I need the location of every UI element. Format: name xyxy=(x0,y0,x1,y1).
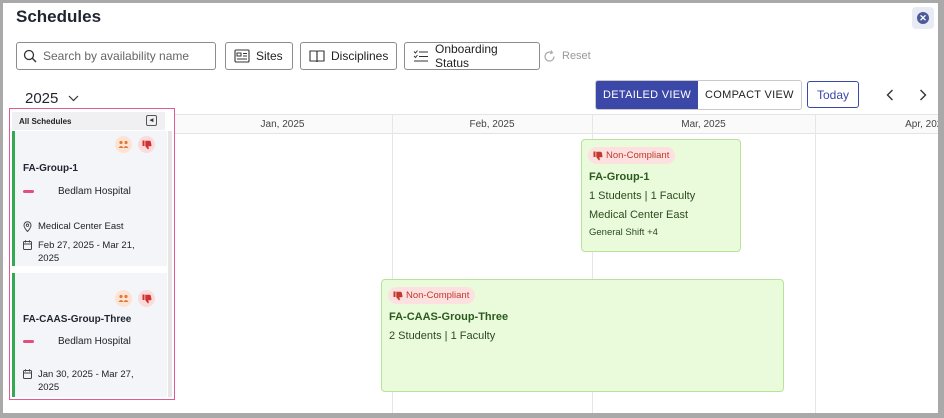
detailed-view-button[interactable]: DETAILED VIEW xyxy=(596,81,699,109)
dates-text: Jan 30, 2025 - Mar 27, 2025 xyxy=(38,369,134,393)
year-label: 2025 xyxy=(25,90,59,107)
chevron-left-icon xyxy=(886,89,893,101)
event-name: FA-Group-1 xyxy=(589,171,650,183)
location-pin-icon xyxy=(23,221,32,232)
site-name: Bedlam Hospital xyxy=(58,186,131,197)
view-toggle: DETAILED VIEW COMPACT VIEW xyxy=(595,80,802,110)
thumbs-down-icon xyxy=(138,136,155,153)
disciplines-icon xyxy=(309,49,325,63)
schedules-modal: Schedules ✕ Sites Disciplines O xyxy=(3,3,938,413)
calendar-icon xyxy=(23,240,32,250)
thumbs-down-icon xyxy=(393,291,403,301)
month-header-feb: Feb, 2025 xyxy=(392,114,592,134)
onboarding-label: Onboarding Status xyxy=(435,42,498,70)
collapse-icon[interactable]: ◂ xyxy=(146,115,157,126)
dates-text: Feb 27, 2025 - Mar 21, 2025 xyxy=(38,240,135,264)
month-divider xyxy=(815,114,816,413)
status-label: Non-Compliant xyxy=(606,150,670,161)
status-label: Non-Compliant xyxy=(406,290,470,301)
site-name: Bedlam Hospital xyxy=(58,336,131,347)
location-text: Medical Center East xyxy=(38,221,124,232)
close-button[interactable]: ✕ xyxy=(912,7,934,29)
thumbs-down-icon xyxy=(138,290,155,307)
disciplines-label: Disciplines xyxy=(331,49,389,63)
disciplines-button[interactable]: Disciplines xyxy=(300,42,397,70)
status-badge: Non-Compliant xyxy=(388,287,476,304)
reset-icon xyxy=(543,49,556,63)
schedule-site: Bedlam Hospital xyxy=(23,336,131,347)
reset-label: Reset xyxy=(562,50,591,62)
thumbs-down-icon xyxy=(593,151,603,161)
search-icon xyxy=(23,49,37,63)
sites-icon xyxy=(234,49,250,63)
sidebar-header: All Schedules ◂ xyxy=(12,112,165,130)
search-input[interactable] xyxy=(43,49,203,63)
sites-label: Sites xyxy=(256,49,283,63)
schedule-name: FA-CAAS-Group-Three xyxy=(23,314,132,325)
sites-button[interactable]: Sites xyxy=(225,42,293,70)
page-title: Schedules xyxy=(16,7,102,26)
event-location: Medical Center East xyxy=(589,209,689,221)
schedule-event-card[interactable]: Non-Compliant FA-CAAS-Group-Three 2 Stud… xyxy=(381,279,784,392)
site-color-tag xyxy=(23,190,34,193)
month-header-jan: Jan, 2025 xyxy=(173,114,392,134)
site-color-tag xyxy=(23,340,34,343)
search-box[interactable] xyxy=(16,42,216,70)
event-people: 2 Students | 1 Faculty xyxy=(389,330,496,342)
warning-people-icon xyxy=(115,290,132,307)
compact-view-button[interactable]: COMPACT VIEW xyxy=(698,81,801,109)
sidebar-schedule-item[interactable]: FA-CAAS-Group-Three Bedlam Hospital Jan … xyxy=(12,273,167,397)
month-header-apr: Apr, 2025 xyxy=(815,114,938,134)
schedule-sidebar: All Schedules ◂ FA-Group-1 Bedlam Hospit… xyxy=(9,108,175,400)
calendar-icon xyxy=(23,369,32,379)
sidebar-scrollbar[interactable] xyxy=(168,131,172,397)
year-selector[interactable]: 2025 xyxy=(25,90,79,107)
schedule-site: Bedlam Hospital xyxy=(23,186,131,197)
previous-button[interactable] xyxy=(882,86,898,104)
chevron-down-icon xyxy=(68,95,79,102)
item-badges xyxy=(115,136,155,153)
sidebar-schedule-item[interactable]: FA-Group-1 Bedlam Hospital Medical Cente… xyxy=(12,131,167,266)
schedule-dates: Jan 30, 2025 - Mar 27, 2025 xyxy=(23,368,153,394)
event-people: 1 Students | 1 Faculty xyxy=(589,190,696,202)
onboarding-status-button[interactable]: Onboarding Status xyxy=(404,42,540,70)
event-name: FA-CAAS-Group-Three xyxy=(389,311,509,323)
status-badge: Non-Compliant xyxy=(588,147,676,164)
schedule-dates: Feb 27, 2025 - Mar 21, 2025 xyxy=(23,239,153,265)
reset-button[interactable]: Reset xyxy=(543,42,591,70)
schedule-event-card[interactable]: Non-Compliant FA-Group-1 1 Students | 1 … xyxy=(581,139,741,252)
today-button[interactable]: Today xyxy=(807,81,859,108)
next-button[interactable] xyxy=(915,86,931,104)
warning-people-icon xyxy=(115,136,132,153)
close-icon: ✕ xyxy=(917,12,929,24)
schedule-location: Medical Center East xyxy=(23,220,124,233)
schedule-name: FA-Group-1 xyxy=(23,163,78,174)
sidebar-title: All Schedules xyxy=(19,116,72,126)
month-header-mar: Mar, 2025 xyxy=(592,114,815,134)
chevron-right-icon xyxy=(920,89,927,101)
event-shift: General Shift +4 xyxy=(589,227,658,238)
item-badges xyxy=(115,290,155,307)
onboarding-icon xyxy=(413,49,429,63)
